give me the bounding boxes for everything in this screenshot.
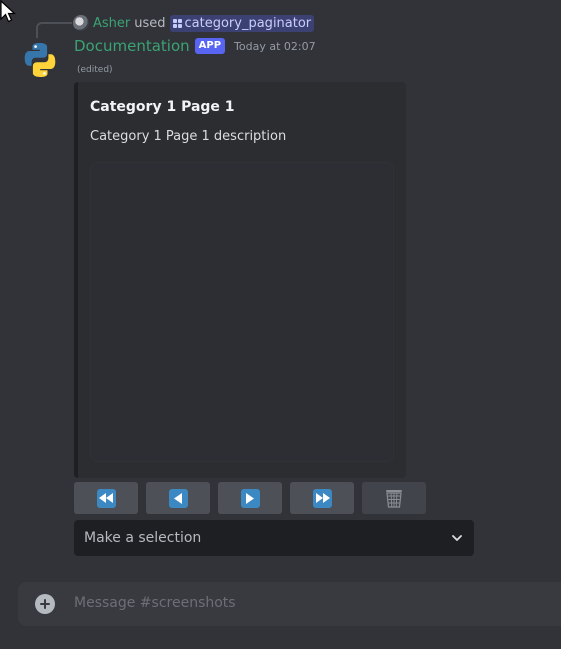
add-attachment-button[interactable]: [35, 594, 55, 614]
edited-label: (edited): [77, 65, 113, 75]
bot-avatar-python-icon[interactable]: [20, 40, 60, 80]
arrow-left-icon: [168, 488, 188, 508]
command-reply-context: Asher used category_paginator: [73, 14, 315, 32]
embed-image[interactable]: [90, 162, 394, 462]
delete-button[interactable]: [362, 482, 426, 514]
replied-username[interactable]: Asher: [93, 16, 130, 31]
author-username[interactable]: Documentation: [74, 37, 190, 55]
slash-command-chip[interactable]: category_paginator: [169, 14, 315, 32]
slash-command-name: category_paginator: [184, 15, 312, 31]
wastebasket-icon: [386, 490, 402, 508]
message-composer[interactable]: Message #screenshots: [18, 582, 561, 626]
slash-command-icon: [172, 18, 182, 28]
replied-user-avatar[interactable]: [73, 15, 89, 31]
message-input-placeholder[interactable]: Message #screenshots: [74, 595, 236, 611]
arrow-right-icon: [240, 488, 260, 508]
first-page-button[interactable]: [74, 482, 138, 514]
selection-dropdown[interactable]: Make a selection: [74, 520, 474, 556]
embed-title: Category 1 Page 1: [90, 99, 235, 115]
embed-card: Category 1 Page 1 Category 1 Page 1 desc…: [74, 82, 406, 478]
last-page-button[interactable]: [290, 482, 354, 514]
plus-icon: [40, 599, 50, 609]
mouse-cursor-icon: [0, 0, 17, 23]
fast-forward-icon: [312, 488, 332, 508]
used-text: used: [134, 15, 166, 31]
next-page-button[interactable]: [218, 482, 282, 514]
previous-page-button[interactable]: [146, 482, 210, 514]
app-badge: APP: [194, 38, 226, 54]
chevron-down-icon: [452, 535, 462, 541]
reply-connector: [36, 22, 72, 38]
message-header: Documentation APP Today at 02:07: [74, 37, 316, 55]
message-timestamp[interactable]: Today at 02:07: [234, 40, 316, 53]
embed-description: Category 1 Page 1 description: [90, 129, 287, 144]
selection-placeholder: Make a selection: [84, 530, 202, 546]
rewind-icon: [96, 488, 116, 508]
